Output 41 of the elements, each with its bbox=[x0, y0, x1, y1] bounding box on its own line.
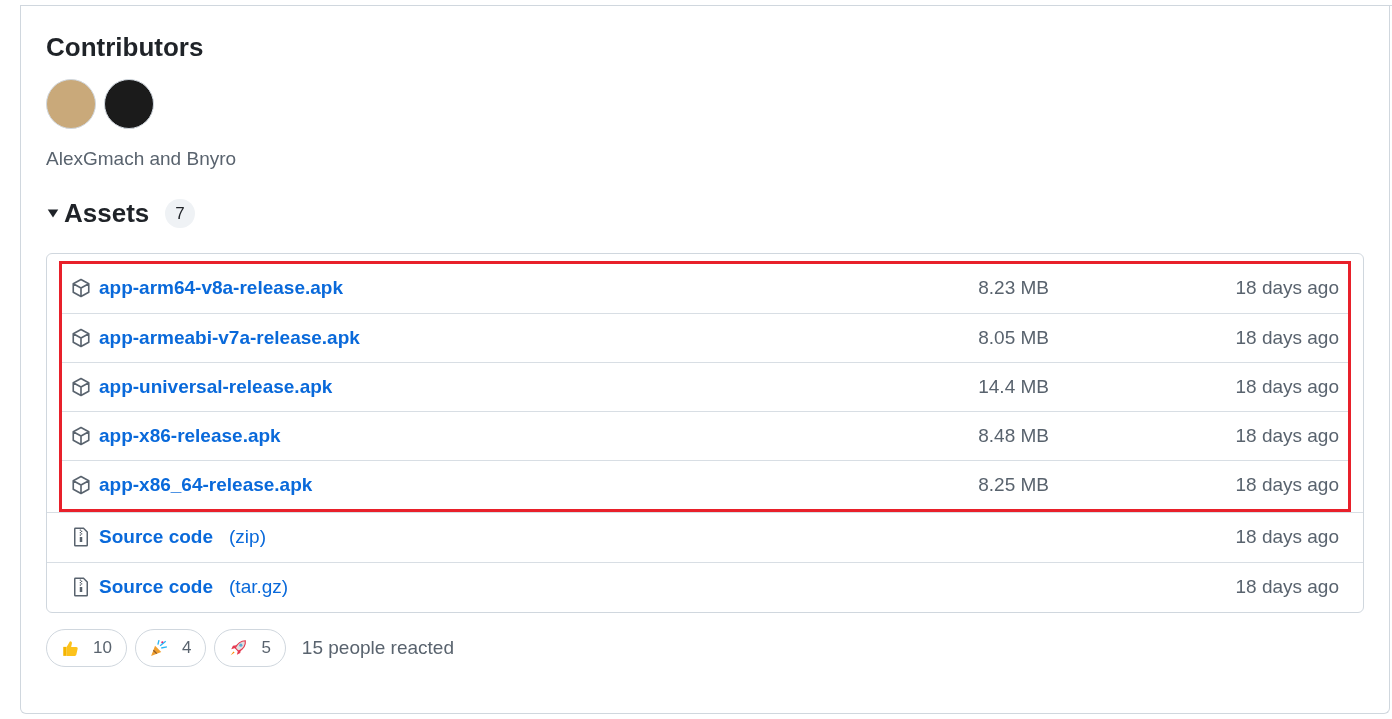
file-size: 8.48 MB bbox=[977, 423, 1049, 448]
section-heading: Assets bbox=[64, 197, 150, 229]
reaction-button[interactable]: 5 bbox=[214, 628, 286, 667]
section-heading: Contributors bbox=[46, 32, 205, 64]
file-zip-icon bbox=[71, 577, 91, 598]
package-icon bbox=[71, 425, 91, 446]
upload-date: 18 days ago bbox=[1234, 525, 1339, 550]
upload-date: 18 days ago bbox=[1234, 423, 1339, 448]
avatar-logo[interactable] bbox=[104, 79, 154, 130]
party-popper-icon bbox=[149, 638, 168, 657]
reaction-summary: 15 people reacted bbox=[301, 635, 454, 660]
file-size: 8.05 MB bbox=[977, 325, 1049, 350]
upload-date: 18 days ago bbox=[1234, 472, 1339, 497]
source-code-link[interactable]: Source code bbox=[99, 523, 214, 552]
file-size: 14.4 MB bbox=[977, 374, 1049, 399]
upload-date: 18 days ago bbox=[1234, 276, 1339, 301]
asset-link[interactable]: app-armeabi-v7a-release.apk bbox=[99, 323, 360, 353]
file-size: 8.25 MB bbox=[977, 472, 1049, 497]
archive-format: (tar.gz) bbox=[229, 575, 289, 600]
package-icon bbox=[71, 327, 91, 348]
reaction-button[interactable]: 4 bbox=[134, 628, 207, 667]
upload-date: 18 days ago bbox=[1234, 374, 1339, 399]
asset-link[interactable]: app-universal-release.apk bbox=[99, 372, 333, 402]
contributor-names: AlexGmach and Bnyro bbox=[46, 147, 238, 172]
thumbs-up-icon bbox=[61, 638, 79, 657]
archive-format: (zip) bbox=[229, 525, 266, 550]
package-icon bbox=[71, 278, 91, 299]
upload-date: 18 days ago bbox=[1234, 575, 1339, 600]
asset-link[interactable]: app-x86_64-release.apk bbox=[99, 470, 313, 500]
asset-link[interactable]: app-arm64-v8a-release.apk bbox=[99, 274, 343, 303]
asset-link[interactable]: app-x86-release.apk bbox=[99, 421, 281, 451]
package-icon bbox=[71, 474, 91, 495]
file-size: 8.23 MB bbox=[977, 276, 1049, 301]
reaction-button[interactable]: 10 bbox=[46, 628, 127, 667]
counter: 7 bbox=[165, 198, 195, 229]
package-icon bbox=[71, 376, 91, 397]
file-zip-icon bbox=[71, 527, 91, 548]
upload-date: 18 days ago bbox=[1234, 325, 1339, 350]
rocket-icon bbox=[229, 638, 248, 657]
assets-toggle[interactable]: Assets bbox=[46, 197, 150, 229]
source-code-link[interactable]: Source code bbox=[99, 573, 214, 602]
